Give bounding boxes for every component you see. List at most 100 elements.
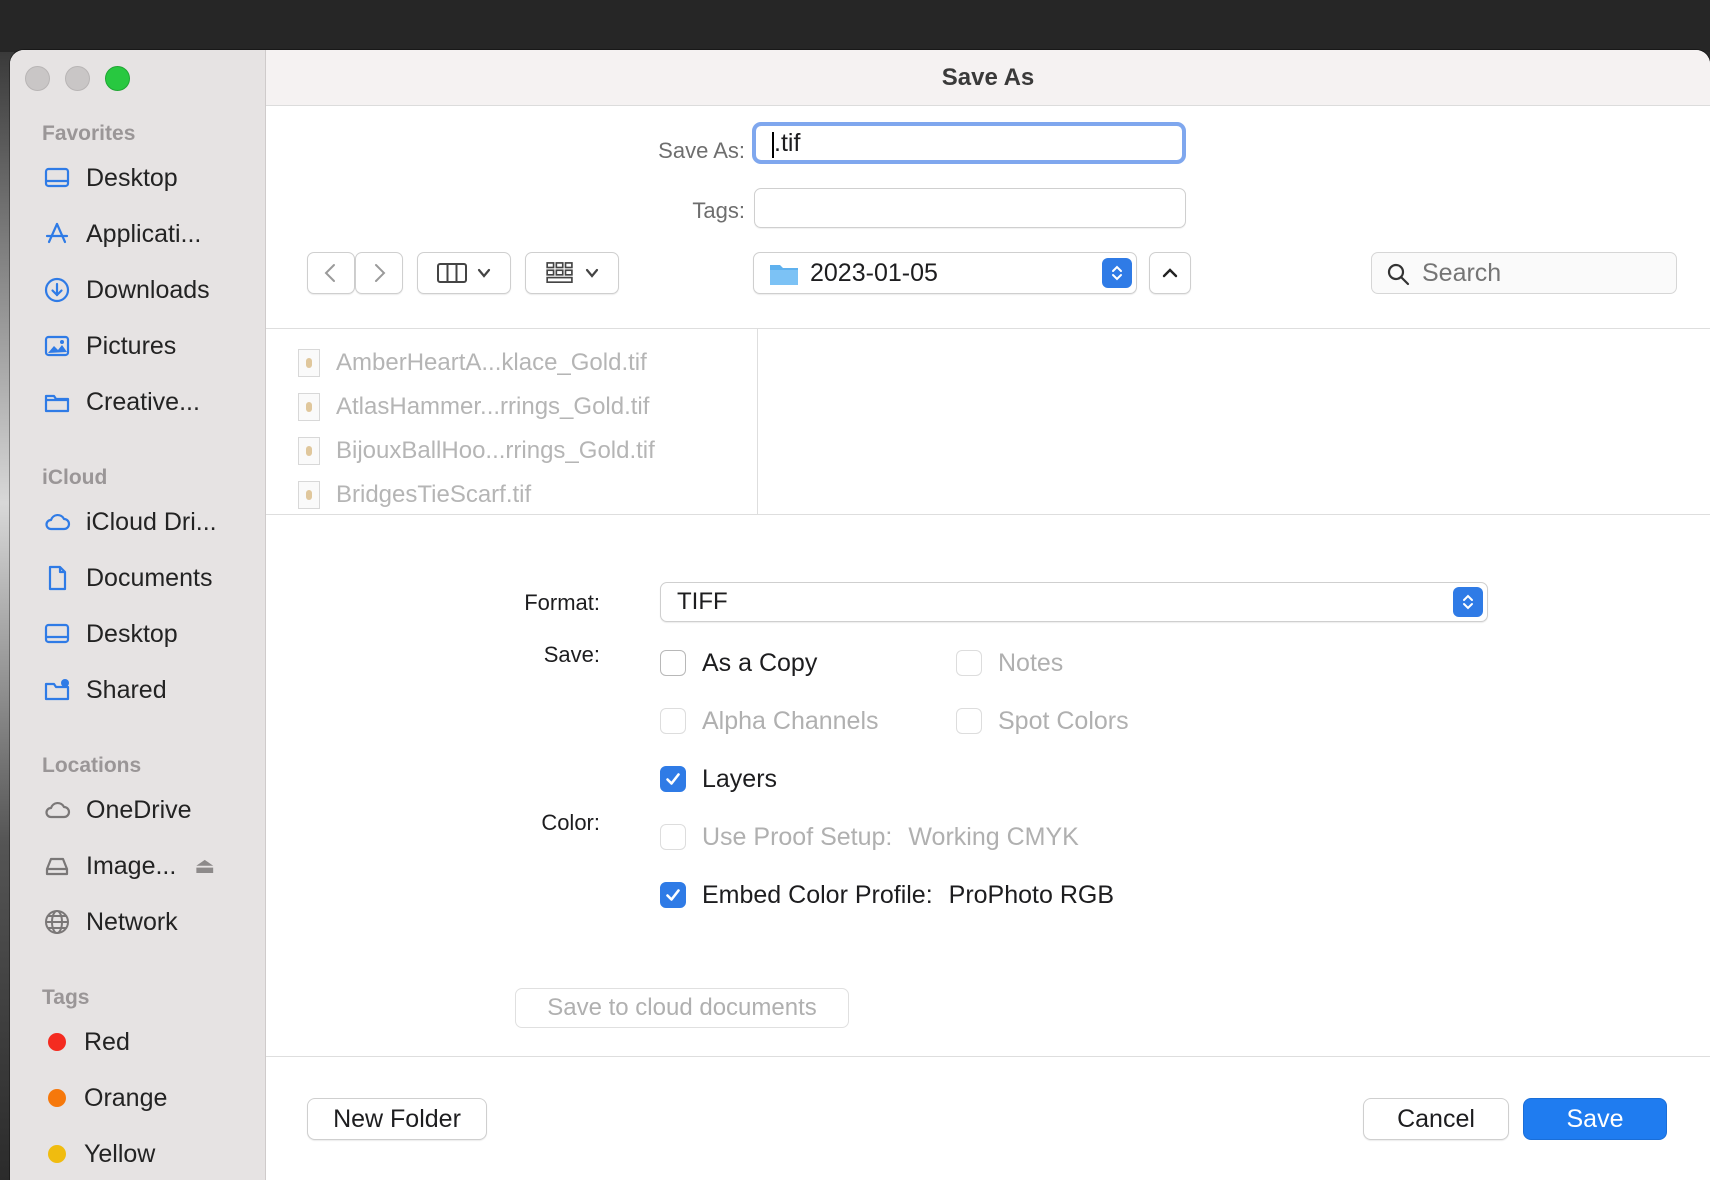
zoom-window-button[interactable] (105, 66, 130, 91)
desktop-icon (40, 619, 74, 649)
view-mode-button[interactable] (417, 252, 511, 294)
sidebar-item-tag-yellow[interactable]: Yellow (40, 1132, 260, 1176)
format-popup[interactable]: TIFF (660, 582, 1488, 622)
sidebar-item-network[interactable]: Network (40, 900, 260, 944)
sidebar-item-icloud-desktop[interactable]: Desktop (40, 612, 260, 656)
document-icon (40, 563, 74, 593)
applications-icon (40, 219, 74, 249)
sidebar-item-applications[interactable]: Applicati... (40, 212, 260, 256)
desktop-menubar-area (0, 0, 1710, 52)
alpha-channels-checkbox[interactable]: Alpha Channels (660, 704, 879, 738)
parent-folder-button[interactable] (1149, 252, 1191, 294)
chevron-left-icon (324, 264, 335, 282)
file-name: AtlasHammer...rrings_Gold.tif (336, 393, 650, 420)
file-browser: AmberHeartA...klace_Gold.tif AtlasHammer… (266, 328, 1710, 515)
format-label: Format: (524, 590, 600, 615)
forward-button[interactable] (355, 252, 403, 294)
search-input[interactable] (1422, 257, 1662, 289)
checkmark-icon (666, 889, 680, 901)
sidebar-item-creative[interactable]: Creative... (40, 380, 260, 424)
checkbox-label: As a Copy (702, 648, 818, 677)
sidebar-item-tag-orange[interactable]: Orange (40, 1076, 260, 1120)
group-by-button[interactable] (525, 252, 619, 294)
cancel-button[interactable]: Cancel (1363, 1098, 1509, 1140)
location-name: 2023-01-05 (810, 259, 938, 287)
sidebar-item-image-volume[interactable]: Image... ⏏ (40, 844, 260, 888)
sidebar-item-label: Documents (86, 563, 213, 592)
tags-label: Tags: (692, 198, 745, 223)
checkbox-box (956, 708, 982, 734)
sidebar-item-downloads[interactable]: Downloads (40, 268, 260, 312)
use-proof-setup-checkbox[interactable]: Use Proof Setup: Working CMYK (660, 820, 1079, 854)
sidebar-item-label: Orange (84, 1083, 168, 1112)
dialog-title: Save As (941, 63, 1035, 91)
color-profile-value: ProPhoto RGB (948, 880, 1115, 909)
columns-view-icon (437, 263, 467, 283)
checkbox-label: Alpha Channels (702, 706, 879, 735)
file-list-item[interactable]: BijouxBallHoo...rrings_Gold.tif (298, 431, 655, 471)
sidebar-item-desktop[interactable]: Desktop (40, 156, 260, 200)
sidebar-item-label: OneDrive (86, 795, 192, 824)
file-list-item[interactable]: AtlasHammer...rrings_Gold.tif (298, 387, 649, 427)
folder-icon (40, 387, 74, 417)
desktop-icon (40, 163, 74, 193)
file-thumbnail-icon (298, 349, 320, 377)
chevron-down-icon (477, 268, 491, 278)
new-folder-button[interactable]: New Folder (307, 1098, 487, 1140)
file-list-item[interactable]: AmberHeartA...klace_Gold.tif (298, 343, 647, 383)
save-as-dialog: Favorites Desktop Applicati... Downloads… (10, 50, 1710, 1180)
sidebar-section-icloud: iCloud (42, 466, 108, 489)
pictures-icon (40, 331, 74, 361)
file-name: AmberHeartA...klace_Gold.tif (336, 349, 647, 376)
layers-checkbox[interactable]: Layers (660, 762, 777, 796)
checkbox-box (956, 650, 982, 676)
close-window-button[interactable] (25, 66, 50, 91)
file-list-item[interactable]: BridgesTieScarf.tif (298, 475, 532, 514)
sidebar-section-locations: Locations (42, 754, 142, 777)
yellow-tag-dot (48, 1145, 66, 1163)
sidebar-item-label: Pictures (86, 331, 177, 360)
spot-colors-checkbox[interactable]: Spot Colors (956, 704, 1129, 738)
tags-input[interactable] (754, 188, 1186, 228)
search-icon (1387, 263, 1410, 286)
sidebar-item-icloud-drive[interactable]: iCloud Dri... (40, 500, 260, 544)
checkbox-label: Embed Color Profile: (702, 880, 933, 909)
chevron-right-icon (375, 264, 386, 282)
embed-color-profile-checkbox[interactable]: Embed Color Profile: ProPhoto RGB (660, 878, 1114, 912)
sidebar-item-pictures[interactable]: Pictures (40, 324, 260, 368)
red-tag-dot (48, 1033, 66, 1051)
format-value: TIFF (677, 588, 728, 615)
sidebar-item-tag-red[interactable]: Red (40, 1020, 260, 1064)
location-popup[interactable]: 2023-01-05 (753, 252, 1137, 294)
notes-checkbox[interactable]: Notes (956, 646, 1063, 680)
checkbox-box (660, 708, 686, 734)
back-button[interactable] (307, 252, 355, 294)
save-to-cloud-button[interactable]: Save to cloud documents (515, 988, 849, 1028)
sidebar-item-onedrive[interactable]: OneDrive (40, 788, 260, 832)
grid-icon (546, 262, 573, 283)
save-as-label: Save As: (658, 138, 745, 163)
sidebar-item-label: Creative... (86, 387, 200, 416)
text-caret (772, 132, 774, 158)
sidebar-item-documents[interactable]: Documents (40, 556, 260, 600)
sidebar-section-favorites: Favorites (42, 122, 136, 145)
save-as-input[interactable] (752, 122, 1186, 164)
checkbox-box (660, 766, 686, 792)
search-field[interactable] (1371, 252, 1677, 294)
sidebar-item-label: Yellow (84, 1139, 156, 1168)
sidebar-item-shared[interactable]: Shared (40, 668, 260, 712)
file-name: BridgesTieScarf.tif (336, 481, 532, 508)
sidebar-item-label: Desktop (86, 163, 178, 192)
save-button[interactable]: Save (1523, 1098, 1667, 1140)
globe-icon (40, 907, 74, 937)
as-a-copy-checkbox[interactable]: As a Copy (660, 646, 817, 680)
sidebar-section-tags: Tags (42, 986, 90, 1009)
checkmark-icon (666, 773, 680, 785)
title-bar: Save As (266, 50, 1710, 106)
file-thumbnail-icon (298, 437, 320, 465)
eject-icon[interactable]: ⏏ (194, 853, 215, 879)
checkbox-label: Notes (998, 648, 1064, 677)
minimize-window-button[interactable] (65, 66, 90, 91)
cloud-icon (40, 507, 74, 537)
file-thumbnail-icon (298, 481, 320, 509)
